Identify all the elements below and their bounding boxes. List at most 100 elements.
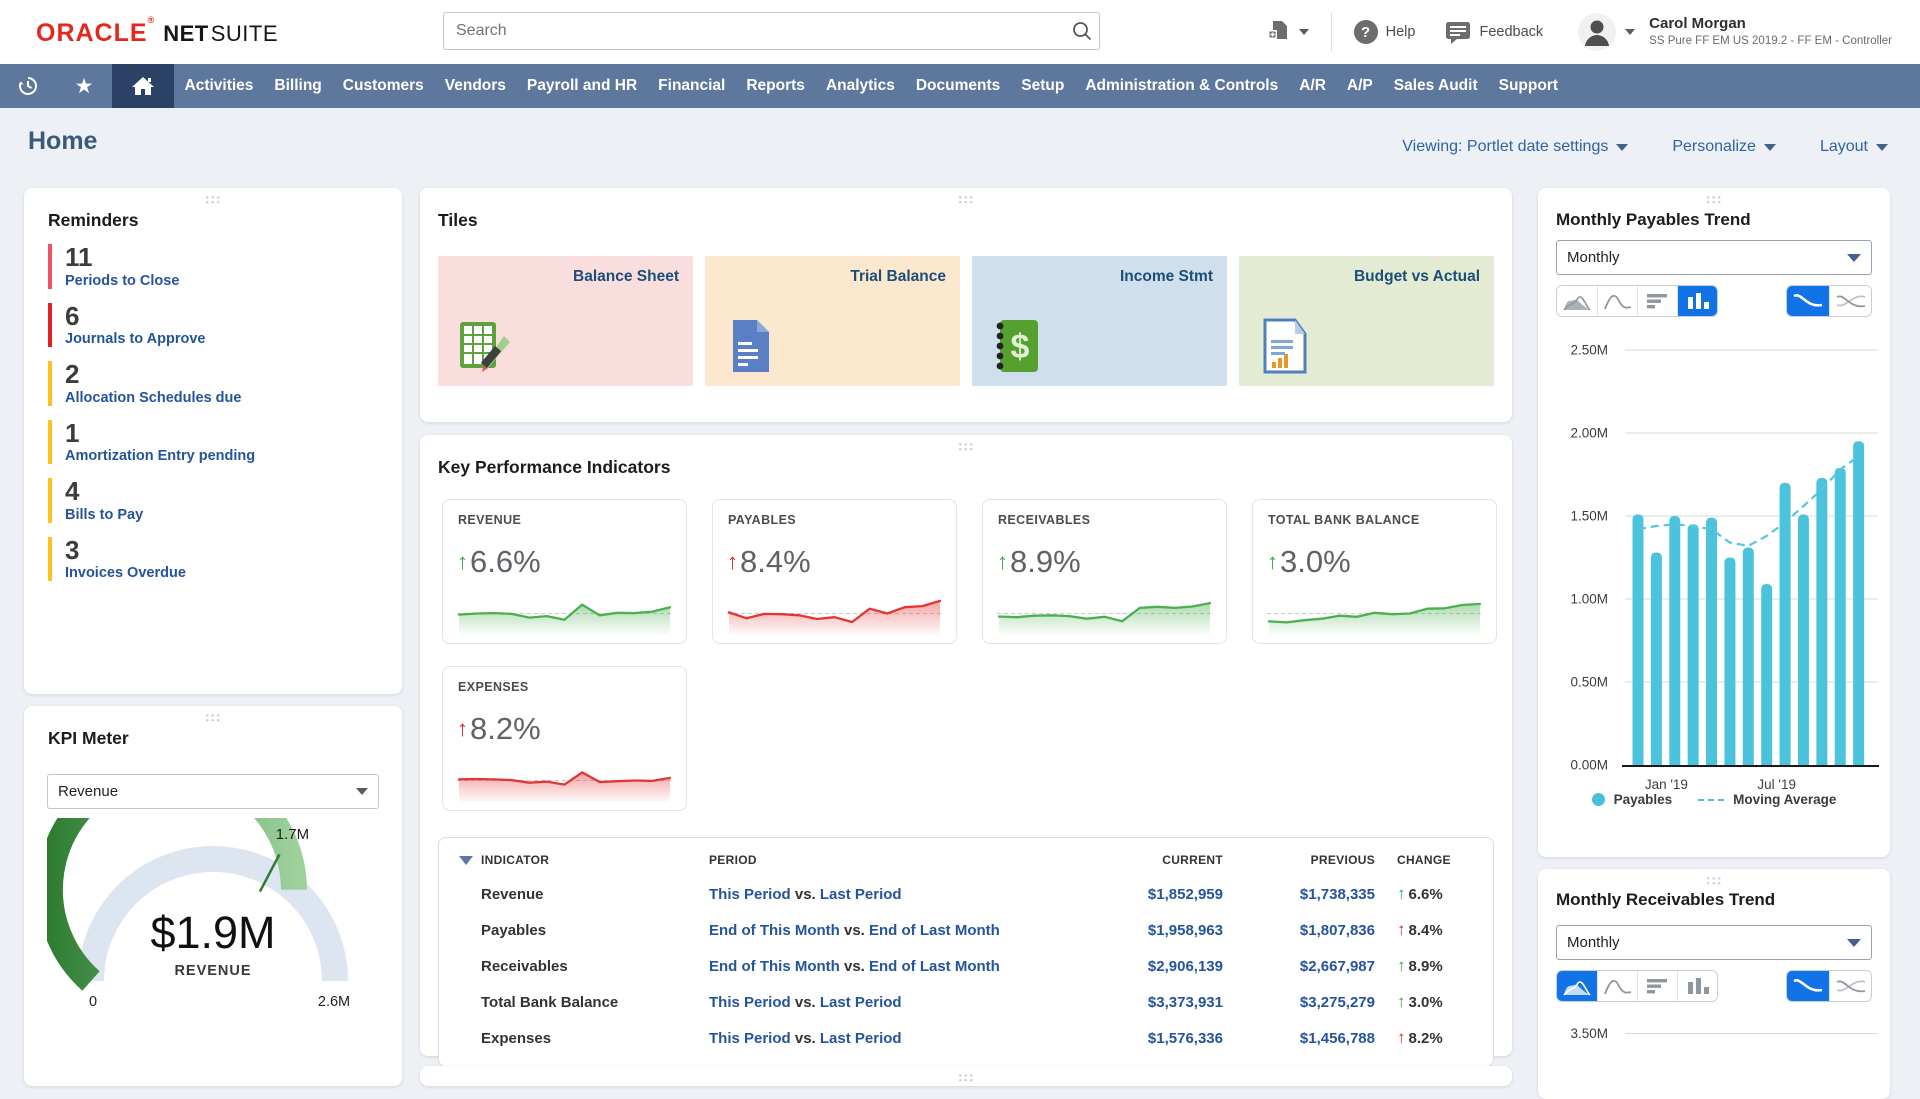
chevron-down-icon [1847,938,1861,947]
area-chart-button[interactable] [1557,971,1597,1001]
trend-up-icon: ↑ [1397,956,1406,975]
area-chart-button[interactable] [1557,286,1597,316]
shortcuts-button[interactable]: ★ [56,64,112,108]
star-icon: ★ [74,74,94,98]
trend-up-icon: ↑ [1397,992,1406,1011]
svg-text:Jan '19: Jan '19 [1645,777,1688,792]
search-icon[interactable] [1065,20,1099,42]
layout-menu[interactable]: Layout [1820,138,1888,156]
tile-budget-vs-actual[interactable]: Budget vs Actual [1239,256,1494,386]
nav-reports[interactable]: Reports [736,77,816,95]
dash-marker-icon [1698,798,1725,801]
nav-ap[interactable]: A/P [1336,77,1383,95]
kpi-card-receivables[interactable]: RECEIVABLES ↑ 8.9% [982,499,1227,644]
user-info[interactable]: Carol Morgan SS Pure FF EM US 2019.2 - F… [1649,15,1892,48]
kpi-card-revenue[interactable]: REVENUE ↑ 6.6% [442,499,687,644]
svg-text:1.00M: 1.00M [1570,592,1608,607]
moving-average-on-button[interactable] [1787,286,1829,316]
search-input[interactable] [444,22,1065,40]
reminder-periods-to-close[interactable]: 11 Periods to Close [48,244,382,289]
nav-activities[interactable]: Activities [174,77,264,95]
collapse-table-icon[interactable] [459,855,473,865]
table-row: Revenue This Period vs. Last Period $1,8… [481,884,1443,903]
reminder-amortization-entry[interactable]: 1 Amortization Entry pending [48,420,382,465]
moving-average-off-button[interactable] [1829,286,1871,316]
receivables-period-select[interactable]: Monthly [1556,925,1872,960]
help-button[interactable]: ? Help [1353,20,1415,44]
drag-handle-icon[interactable] [204,195,222,205]
hbar-chart-button[interactable] [1637,971,1677,1001]
nav-billing[interactable]: Billing [264,77,332,95]
kpi-card-total-bank-balance[interactable]: TOTAL BANK BALANCE ↑ 3.0% [1252,499,1497,644]
table-row: Total Bank Balance This Period vs. Last … [481,992,1443,1011]
nav-setup[interactable]: Setup [1011,77,1075,95]
gauge-max-label: 2.6M [318,994,350,1010]
kpi-card-payables[interactable]: PAYABLES ↑ 8.4% [712,499,957,644]
reminder-allocation-schedules[interactable]: 2 Allocation Schedules due [48,361,382,406]
nav-documents[interactable]: Documents [905,77,1010,95]
nav-vendors[interactable]: Vendors [434,77,516,95]
create-new-icon[interactable] [1265,18,1309,46]
reminder-bills-to-pay[interactable]: 4 Bills to Pay [48,478,382,523]
nav-payroll-hr[interactable]: Payroll and HR [516,77,647,95]
chevron-down-icon [1625,29,1636,35]
svg-text:0.00M: 0.00M [1570,758,1608,773]
table-header-row: INDICATOR PERIOD CURRENT PREVIOUS CHANGE [439,844,1493,876]
user-menu[interactable] [1577,12,1636,52]
chevron-down-icon [1763,143,1776,151]
drag-handle-icon[interactable] [1705,876,1723,886]
svg-text:Jul '19: Jul '19 [1757,777,1796,792]
reminder-journals-to-approve[interactable]: 6 Journals to Approve [48,302,382,348]
personalize-menu[interactable]: Personalize [1672,138,1776,156]
home-tab[interactable] [112,64,174,108]
vbar-chart-button[interactable] [1677,971,1717,1001]
drag-handle-icon[interactable] [1705,195,1723,205]
moving-average-off-button[interactable] [1829,971,1871,1001]
nav-admin-controls[interactable]: Administration & Controls [1075,77,1289,95]
moving-average-on-button[interactable] [1787,971,1829,1001]
nav-financial[interactable]: Financial [648,77,736,95]
recent-records-button[interactable] [0,64,56,108]
global-search[interactable] [443,12,1100,50]
reminder-invoices-overdue[interactable]: 3 Invoices Overdue [48,537,382,582]
drag-handle-icon[interactable] [957,1073,975,1083]
svg-text:1.50M: 1.50M [1570,509,1608,524]
kpi-meter-title: KPI Meter [48,728,129,748]
tiles-portlet: Tiles Balance Sheet Trial Balance Income… [420,188,1512,422]
drag-handle-icon[interactable] [957,442,975,452]
line-chart-button[interactable] [1597,971,1637,1001]
feedback-button[interactable]: Feedback [1445,20,1543,44]
viewing-settings-menu[interactable]: Viewing: Portlet date settings [1402,138,1629,156]
legend-moving-average: Moving Average [1698,792,1836,807]
payables-period-select[interactable]: Monthly [1556,240,1872,275]
drag-handle-icon[interactable] [957,195,975,205]
nav-support[interactable]: Support [1488,77,1568,95]
trend-up-icon: ↑ [457,716,468,741]
nav-customers[interactable]: Customers [332,77,434,95]
payables-chart-controls [1556,285,1872,317]
trend-up-icon: ↑ [997,549,1008,574]
receivables-sparkline [997,601,1212,635]
kpi-metric-select[interactable]: Revenue [47,774,379,809]
chevron-down-icon [1847,253,1861,262]
hbar-chart-button[interactable] [1637,286,1677,316]
gauge-min-label: 0 [89,994,97,1010]
drag-handle-icon[interactable] [204,713,222,723]
gridline [1625,1033,1878,1034]
kpi-card-expenses[interactable]: EXPENSES ↑ 8.2% [442,666,687,811]
tile-income-stmt[interactable]: Income Stmt $ [972,256,1227,386]
trend-up-icon: ↑ [1397,884,1406,903]
bank-balance-sparkline [1267,602,1482,635]
nav-sales-audit[interactable]: Sales Audit [1383,77,1488,95]
tile-trial-balance[interactable]: Trial Balance [705,256,960,386]
vbar-chart-button[interactable] [1677,286,1717,316]
nav-analytics[interactable]: Analytics [815,77,905,95]
home-icon [132,77,154,95]
reminders-title: Reminders [48,210,139,230]
receivables-chart-controls [1556,970,1872,1002]
tile-balance-sheet[interactable]: Balance Sheet [438,256,693,386]
nav-ar[interactable]: A/R [1289,77,1337,95]
table-row: Expenses This Period vs. Last Period $1,… [481,1028,1443,1047]
svg-text:0.50M: 0.50M [1570,675,1608,690]
line-chart-button[interactable] [1597,286,1637,316]
